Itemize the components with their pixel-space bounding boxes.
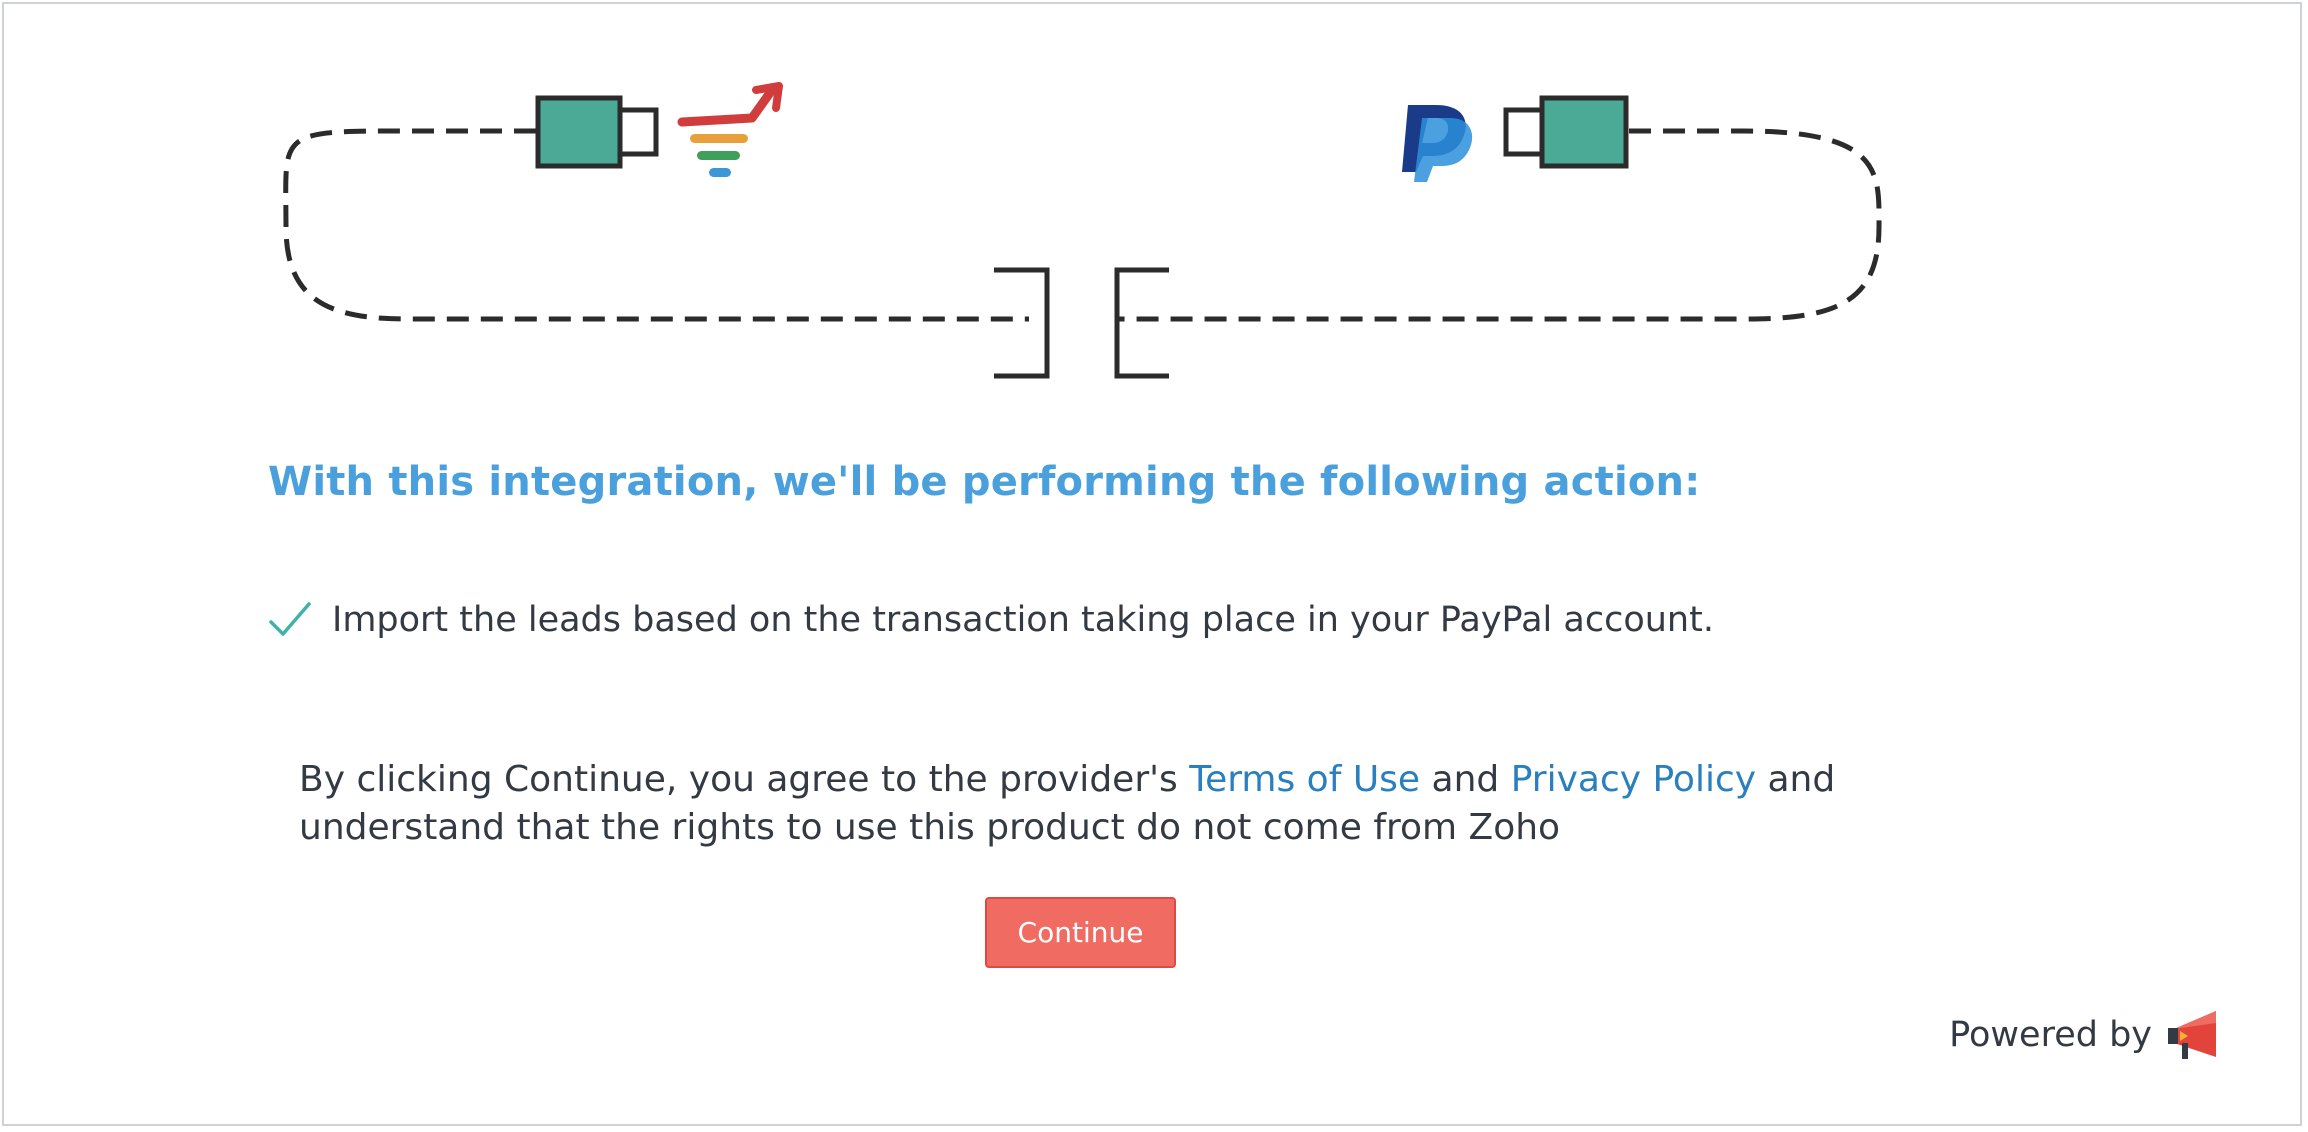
agreement-text: By clicking Continue, you agree to the p… bbox=[299, 756, 1899, 852]
agreement-middle: and bbox=[1420, 759, 1511, 800]
paypal-icon bbox=[1402, 105, 1473, 182]
megaphone-icon bbox=[2168, 1011, 2216, 1059]
powered-by: Powered by bbox=[1949, 1009, 2224, 1061]
left-plug bbox=[535, 95, 659, 169]
action-text: Import the leads based on the transactio… bbox=[332, 600, 1714, 640]
integration-dialog: With this integration, we'll be performi… bbox=[2, 2, 2302, 1126]
socket-brackets bbox=[994, 267, 1169, 379]
terms-of-use-link[interactable]: Terms of Use bbox=[1189, 759, 1420, 800]
integration-illustration bbox=[283, 82, 1882, 379]
privacy-policy-link[interactable]: Privacy Policy bbox=[1511, 759, 1756, 800]
continue-button[interactable]: Continue bbox=[985, 897, 1176, 968]
integration-heading: With this integration, we'll be performi… bbox=[268, 459, 1701, 505]
action-list-item: Import the leads based on the transactio… bbox=[268, 590, 1714, 650]
right-plug bbox=[1503, 95, 1629, 169]
connection-cable bbox=[283, 128, 1882, 322]
checkmark-icon bbox=[269, 602, 311, 636]
funnel-arrow-icon bbox=[677, 82, 783, 177]
agreement-prefix: By clicking Continue, you agree to the p… bbox=[299, 759, 1190, 800]
powered-by-label: Powered by bbox=[1949, 1015, 2152, 1055]
